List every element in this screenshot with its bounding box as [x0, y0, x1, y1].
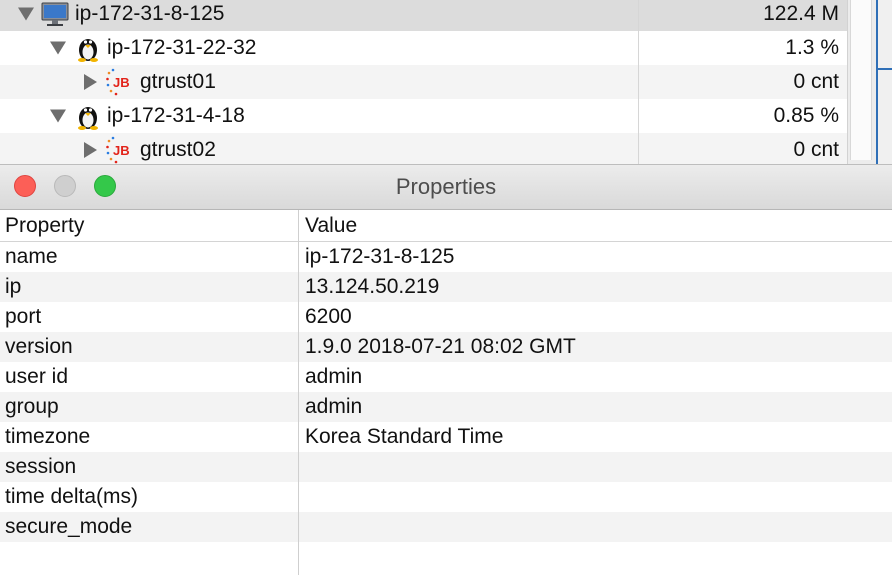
table-row[interactable]: group admin [0, 392, 892, 422]
property-value-cell: admin [305, 395, 363, 418]
property-name-cell: time delta(ms) [5, 485, 139, 508]
tree-node-label: ip-172-31-8-125 [75, 2, 225, 25]
tree-node-label: ip-172-31-4-18 [107, 104, 245, 127]
property-name-cell: user id [5, 365, 69, 388]
tree-node-label: ip-172-31-22-32 [107, 36, 257, 59]
property-name-cell: name [5, 245, 58, 268]
table-row[interactable]: version 1.9.0 2018-07-21 08:02 GMT [0, 332, 892, 362]
table-row[interactable]: port 6200 [0, 302, 892, 332]
tree-node-value: 1.3 % [785, 36, 839, 59]
table-row[interactable]: ip 13.124.50.219 [0, 272, 892, 302]
tree-scrollbar-thumb[interactable] [850, 0, 872, 160]
side-panel-frame [876, 0, 892, 165]
minimize-button[interactable] [54, 175, 76, 197]
expand-triangle-down-icon[interactable] [50, 109, 66, 123]
column-header-property[interactable]: Property [5, 210, 84, 241]
properties-window: Properties Property Value name ip-172-31… [0, 164, 892, 575]
tree-row-agent[interactable]: JB gtrust01 0 cnt [0, 65, 847, 99]
tree-row-server[interactable]: ip-172-31-8-125 122.4 M [0, 0, 847, 31]
table-row[interactable]: secure_mode [0, 512, 892, 542]
table-header: Property Value [0, 210, 892, 242]
property-name-cell: timezone [5, 425, 91, 448]
expand-triangle-right-icon[interactable] [84, 142, 97, 158]
tree-node-value: 0 cnt [793, 138, 839, 161]
table-row[interactable]: time delta(ms) [0, 482, 892, 512]
tree-node-value: 0 cnt [793, 70, 839, 93]
jb-agent-icon: JB [104, 67, 134, 97]
tree-node-value: 122.4 M [763, 2, 839, 25]
property-value-cell: 1.9.0 2018-07-21 08:02 GMT [305, 335, 576, 358]
property-name-cell: group [5, 395, 59, 418]
tree-row-host[interactable]: ip-172-31-22-32 1.3 % [0, 31, 847, 65]
jb-agent-icon: JB [104, 135, 134, 165]
property-value-cell: 6200 [305, 305, 352, 328]
window-title: Properties [395, 174, 497, 199]
table-body: name ip-172-31-8-125 ip 13.124.50.219 po… [0, 242, 892, 542]
monitor-icon [40, 0, 70, 29]
property-value-cell: admin [305, 365, 363, 388]
property-value-cell: Korea Standard Time [305, 425, 504, 448]
linux-tux-icon [73, 33, 103, 63]
table-row[interactable]: timezone Korea Standard Time [0, 422, 892, 452]
tree-node-value: 0.85 % [773, 104, 839, 127]
property-value-cell: 13.124.50.219 [305, 275, 440, 298]
property-name-cell: session [5, 455, 77, 478]
linux-tux-icon [73, 101, 103, 131]
window-titlebar[interactable]: Properties [0, 165, 892, 210]
property-name-cell: secure_mode [5, 515, 133, 538]
column-header-value[interactable]: Value [305, 210, 357, 241]
expand-triangle-down-icon[interactable] [50, 41, 66, 55]
tree-node-label: gtrust01 [140, 70, 216, 93]
tree-row-host[interactable]: ip-172-31-4-18 0.85 % [0, 99, 847, 133]
tree-row-agent[interactable]: JB gtrust02 0 cnt [0, 133, 847, 167]
table-row[interactable]: session [0, 452, 892, 482]
property-value-cell: ip-172-31-8-125 [305, 245, 455, 268]
svg-text:JB: JB [113, 143, 130, 158]
property-name-cell: ip [5, 275, 22, 298]
property-name-cell: port [5, 305, 42, 328]
side-panel-marker [878, 68, 892, 77]
table-row[interactable]: user id admin [0, 362, 892, 392]
expand-triangle-down-icon[interactable] [18, 7, 34, 21]
property-name-cell: version [5, 335, 73, 358]
close-button[interactable] [14, 175, 36, 197]
svg-text:JB: JB [113, 75, 130, 90]
tree-column-divider [638, 0, 639, 165]
tree-node-label: gtrust02 [140, 138, 216, 161]
table-column-divider[interactable] [298, 210, 299, 575]
table-row[interactable]: name ip-172-31-8-125 [0, 242, 892, 272]
expand-triangle-right-icon[interactable] [84, 74, 97, 90]
zoom-button[interactable] [94, 175, 116, 197]
object-tree: ip-172-31-8-125 122.4 M ip-172-31-22-32 … [0, 0, 892, 170]
